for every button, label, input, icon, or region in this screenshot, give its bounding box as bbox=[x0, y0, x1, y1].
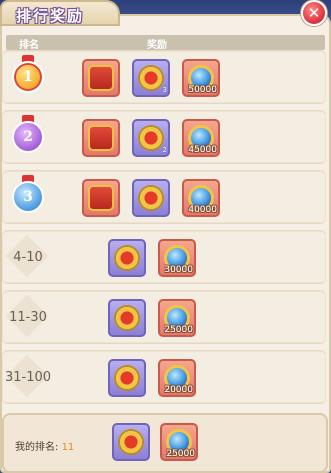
my-rank-label-text: 我的排名: bbox=[15, 442, 59, 453]
reward-quantity: 25000 bbox=[166, 449, 195, 459]
my-rank-label: 我的排名: 11 bbox=[15, 438, 74, 453]
chest-icon bbox=[88, 125, 114, 151]
reward-row: 1 3 50000 bbox=[2, 50, 326, 104]
reward-quantity: 3 bbox=[162, 86, 167, 94]
rank-cell: 11-30 bbox=[2, 291, 66, 345]
reward-item-token[interactable] bbox=[112, 423, 150, 461]
reward-item-orb[interactable]: 40000 bbox=[182, 179, 220, 217]
rank-range: 4-10 bbox=[13, 250, 43, 265]
reward-item-chest[interactable] bbox=[82, 59, 120, 97]
reward-item-token[interactable] bbox=[132, 179, 170, 217]
reward-item-token[interactable] bbox=[108, 239, 146, 277]
header-rank: 排名 bbox=[19, 40, 39, 51]
close-button[interactable]: ✕ bbox=[301, 0, 327, 26]
reward-quantity: 40000 bbox=[188, 205, 217, 215]
token-icon bbox=[118, 429, 144, 455]
rank-medal-icon: 3 bbox=[12, 181, 44, 213]
my-rank-value: 11 bbox=[61, 442, 75, 453]
rank-cell: 2 bbox=[2, 111, 66, 165]
rank-medal-icon: 2 bbox=[12, 121, 44, 153]
rank-cell: 4-10 bbox=[2, 231, 66, 285]
chest-icon bbox=[88, 65, 114, 91]
reward-item-orb[interactable]: 30000 bbox=[158, 239, 196, 277]
reward-quantity: 2 bbox=[162, 146, 167, 154]
rank-cell: 31-100 bbox=[2, 351, 66, 405]
reward-quantity: 25000 bbox=[164, 325, 193, 335]
reward-item-orb[interactable]: 25000 bbox=[158, 299, 196, 337]
rank-cell: 1 bbox=[2, 51, 66, 105]
rank-range: 11-30 bbox=[9, 310, 47, 325]
reward-quantity: 30000 bbox=[164, 265, 193, 275]
close-icon: ✕ bbox=[307, 4, 321, 22]
reward-row: 3 40000 bbox=[2, 170, 326, 224]
reward-item-chest[interactable] bbox=[82, 119, 120, 157]
panel-title: 排行奖励 bbox=[16, 7, 85, 25]
header-reward: 奖励 bbox=[147, 40, 167, 51]
column-header: 排名 奖励 bbox=[6, 35, 325, 51]
token-icon bbox=[114, 245, 140, 271]
rank-cell: 3 bbox=[2, 171, 66, 225]
reward-row: 4-10 30000 bbox=[2, 230, 326, 284]
title-tab: 排行奖励 bbox=[0, 0, 120, 26]
reward-quantity: 50000 bbox=[188, 85, 217, 95]
reward-quantity: 45000 bbox=[188, 145, 217, 155]
reward-item-chest[interactable] bbox=[82, 179, 120, 217]
reward-item-orb[interactable]: 20000 bbox=[158, 359, 196, 397]
reward-item-orb[interactable]: 25000 bbox=[160, 423, 198, 461]
reward-row: 31-100 20000 bbox=[2, 350, 326, 404]
token-icon bbox=[138, 125, 164, 151]
chest-icon bbox=[88, 185, 114, 211]
reward-item-token[interactable]: 3 bbox=[132, 59, 170, 97]
reward-item-orb[interactable]: 50000 bbox=[182, 59, 220, 97]
reward-item-token[interactable] bbox=[108, 299, 146, 337]
reward-item-token[interactable]: 2 bbox=[132, 119, 170, 157]
reward-row: 2 2 45000 bbox=[2, 110, 326, 164]
reward-item-token[interactable] bbox=[108, 359, 146, 397]
token-icon bbox=[138, 185, 164, 211]
token-icon bbox=[138, 65, 164, 91]
token-icon bbox=[114, 305, 140, 331]
reward-row: 11-30 25000 bbox=[2, 290, 326, 344]
rank-medal-icon: 1 bbox=[12, 61, 44, 93]
token-icon bbox=[114, 365, 140, 391]
rank-range: 31-100 bbox=[4, 370, 52, 385]
reward-quantity: 20000 bbox=[164, 385, 193, 395]
reward-item-orb[interactable]: 45000 bbox=[182, 119, 220, 157]
my-rank-footer: 我的排名: 11 25000 bbox=[2, 413, 328, 473]
